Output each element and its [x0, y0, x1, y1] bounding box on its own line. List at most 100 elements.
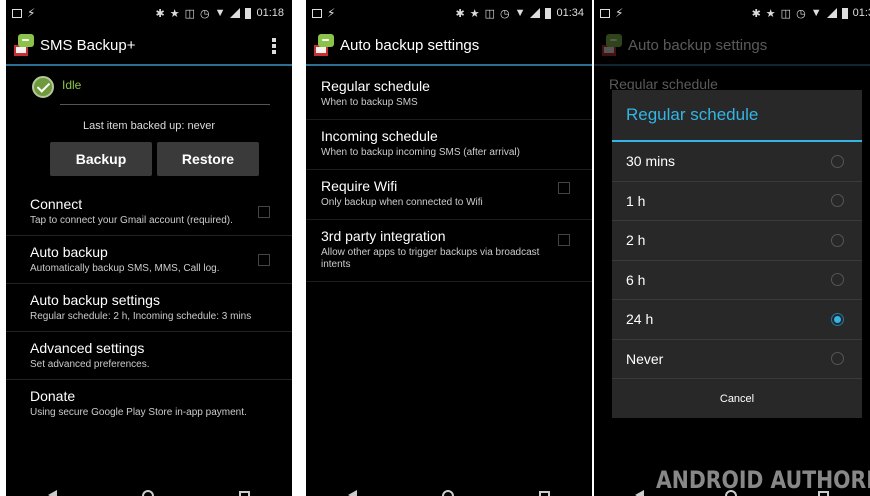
check-icon [32, 76, 54, 98]
navigation-bar [306, 482, 592, 496]
screen-title: Auto backup settings [628, 36, 768, 54]
signal-icon [530, 8, 541, 18]
pref-summary: Using secure Google Play Store in-app pa… [30, 407, 247, 418]
action-bar: Auto backup settings [594, 26, 870, 66]
status-bar: ⚡ ✱ ★ ◫ ◷ ▼ 01:3 [594, 0, 870, 26]
idle-status: Idle [62, 78, 82, 92]
home-icon[interactable] [141, 490, 154, 496]
pref-summary: When to backup SMS [321, 97, 418, 108]
pref-summary: Regular schedule: 2 h, Incoming schedule… [30, 311, 252, 322]
app-title: SMS Backup+ [40, 36, 136, 54]
action-bar: SMS Backup+ [6, 26, 292, 66]
third-party-checkbox[interactable] [558, 234, 570, 246]
phone-settings-screen: ⚡ ✱ ★ ◫ ◷ ▼ 01:34 Auto backup settings R… [306, 0, 592, 496]
radio-button[interactable] [831, 273, 844, 287]
status-bar: ⚡ ✱ ★ ◫ ◷ ▼ 01:34 [306, 0, 592, 26]
star-icon: ★ [765, 7, 776, 20]
phone-main-screen: ⚡ ✱ ★ ◫ ◷ ▼ 01:18 SMS Backup+ Idle Last … [6, 0, 292, 496]
star-icon: ★ [469, 7, 480, 20]
vibrate-icon: ◫ [184, 7, 195, 20]
progress-divider [60, 104, 270, 105]
home-icon[interactable] [724, 490, 737, 496]
app-icon[interactable] [314, 34, 334, 56]
bluetooth-icon: ✱ [155, 7, 165, 20]
pref-title: Incoming schedule [321, 128, 438, 144]
pref-donate[interactable]: Donate Using secure Google Play Store in… [6, 379, 292, 427]
pref-incoming-schedule[interactable]: Incoming schedule When to backup incomin… [306, 119, 592, 169]
option-label: 2 h [626, 232, 646, 249]
dialog-title: Regular schedule [612, 90, 862, 142]
image-notification-icon [312, 8, 322, 18]
radio-button-selected[interactable] [831, 312, 844, 326]
pref-summary: Only backup when connected to Wifi [321, 197, 483, 208]
pref-summary: Set advanced preferences. [30, 359, 150, 370]
recent-apps-icon[interactable] [538, 491, 550, 496]
alarm-icon: ◷ [499, 7, 510, 20]
preference-list: Connect Tap to connect your Gmail accoun… [6, 188, 292, 427]
bluetooth-icon: ✱ [455, 7, 465, 20]
status-time: 01:3 [852, 7, 870, 19]
option-never[interactable]: Never [612, 340, 862, 379]
pref-require-wifi[interactable]: Require Wifi Only backup when connected … [306, 169, 592, 219]
pref-connect[interactable]: Connect Tap to connect your Gmail accoun… [6, 188, 292, 235]
pref-title: Require Wifi [321, 178, 398, 194]
charging-icon: ⚡ [327, 6, 336, 20]
option-1-h[interactable]: 1 h [612, 182, 862, 221]
connect-checkbox[interactable] [258, 206, 270, 218]
pref-title: Connect [30, 196, 83, 212]
navigation-bar [6, 482, 292, 496]
star-icon: ★ [169, 7, 180, 20]
pref-title: Auto backup [30, 244, 108, 260]
radio-button[interactable] [831, 194, 844, 208]
pref-title: Auto backup settings [30, 292, 160, 308]
radio-button[interactable] [831, 154, 844, 168]
pref-title: Regular schedule [321, 78, 430, 94]
battery-icon [841, 7, 848, 19]
pref-advanced-settings[interactable]: Advanced settings Set advanced preferenc… [6, 331, 292, 379]
radio-button[interactable] [831, 233, 844, 247]
pref-title: Advanced settings [30, 340, 145, 356]
require-wifi-checkbox[interactable] [558, 182, 570, 194]
back-icon[interactable] [348, 490, 358, 496]
recent-apps-icon[interactable] [818, 491, 830, 496]
home-icon[interactable] [441, 490, 454, 496]
option-label: 30 mins [626, 153, 676, 170]
cancel-button[interactable]: Cancel [612, 379, 862, 418]
pref-third-party-integration[interactable]: 3rd party integration Allow other apps t… [306, 219, 592, 282]
pref-title: 3rd party integration [321, 228, 446, 244]
alarm-icon: ◷ [796, 7, 806, 20]
status-bar: ⚡ ✱ ★ ◫ ◷ ▼ 01:18 [6, 0, 292, 26]
vibrate-icon: ◫ [780, 7, 792, 20]
app-icon [602, 34, 622, 56]
settings-list: Regular schedule When to backup SMS Inco… [306, 66, 592, 282]
app-icon[interactable] [14, 34, 34, 56]
pref-auto-backup[interactable]: Auto backup Automatically backup SMS, MM… [6, 235, 292, 283]
option-label: 1 h [626, 192, 646, 209]
wifi-icon: ▼ [514, 7, 526, 19]
phone-dialog-screen: ⚡ ✱ ★ ◫ ◷ ▼ 01:3 Auto backup settings Re… [594, 0, 870, 496]
back-icon[interactable] [48, 490, 58, 496]
overflow-menu-icon[interactable] [272, 38, 276, 54]
bluetooth-icon: ✱ [751, 7, 761, 20]
navigation-bar [594, 482, 870, 496]
pref-title: Donate [30, 388, 76, 404]
alarm-icon: ◷ [199, 7, 210, 20]
backup-button[interactable]: Backup [50, 142, 152, 176]
option-6-h[interactable]: 6 h [612, 261, 862, 300]
option-30-mins[interactable]: 30 mins [612, 142, 862, 182]
signal-icon [230, 8, 241, 18]
auto-backup-checkbox[interactable] [258, 254, 270, 266]
status-time: 01:18 [256, 7, 284, 19]
option-24-h[interactable]: 24 h [612, 300, 862, 340]
pref-auto-backup-settings[interactable]: Auto backup settings Regular schedule: 2… [6, 283, 292, 331]
pref-regular-schedule[interactable]: Regular schedule When to backup SMS [306, 70, 592, 119]
battery-icon [245, 7, 252, 19]
wifi-icon: ▼ [214, 7, 226, 19]
recent-apps-icon[interactable] [238, 491, 250, 496]
pref-summary: Tap to connect your Gmail account (requi… [30, 215, 233, 226]
backup-status-panel: Idle Last item backed up: never Backup R… [6, 66, 292, 188]
option-2-h[interactable]: 2 h [612, 221, 862, 261]
back-icon[interactable] [634, 490, 644, 496]
restore-button[interactable]: Restore [157, 142, 259, 176]
radio-button[interactable] [831, 352, 844, 366]
